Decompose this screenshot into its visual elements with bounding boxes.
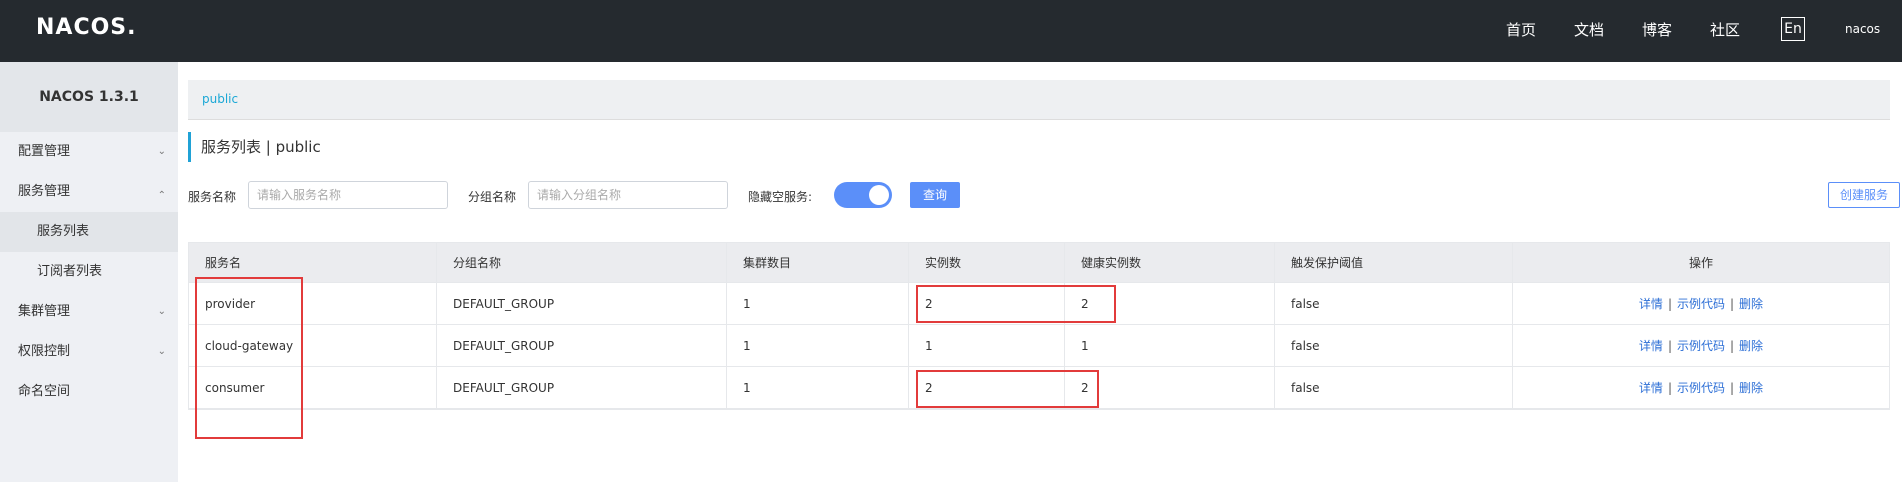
detail-link[interactable]: 详情 (1639, 339, 1663, 353)
toggle-knob (869, 185, 889, 205)
cluster-count-cell: 1 (727, 367, 909, 408)
sidebar-item-cluster[interactable]: 集群管理 ⌄ (0, 292, 178, 332)
instance-count-cell: 1 (909, 325, 1065, 366)
breadcrumb-namespace-link[interactable]: public (202, 92, 238, 106)
healthy-instance-count-cell: 2 (1065, 283, 1275, 324)
delete-link[interactable]: 删除 (1739, 339, 1763, 353)
group-name-cell: DEFAULT_GROUP (437, 283, 727, 324)
chevron-down-icon: ⌄ (157, 146, 166, 157)
column-header: 服务名 (189, 243, 437, 282)
sidebar-item-config[interactable]: 配置管理 ⌄ (0, 132, 178, 172)
actions-cell: 详情 | 示例代码 | 删除 (1513, 367, 1889, 408)
sample-code-link[interactable]: 示例代码 (1677, 297, 1725, 311)
group-name-cell: DEFAULT_GROUP (437, 325, 727, 366)
filter-bar: 服务名称 分组名称 隐藏空服务: 查询 创建服务 (188, 180, 1900, 212)
protect-threshold-cell: false (1275, 283, 1513, 324)
sidebar-item-service-list[interactable]: 服务列表 (0, 212, 178, 252)
user-name[interactable]: nacos (1845, 22, 1880, 36)
table-row: cloud-gateway DEFAULT_GROUP 1 1 1 false … (189, 325, 1889, 367)
healthy-instance-count-cell: 1 (1065, 325, 1275, 366)
action-separator: | (1667, 297, 1672, 311)
create-service-button[interactable]: 创建服务 (1828, 182, 1900, 208)
actions-cell: 详情 | 示例代码 | 删除 (1513, 325, 1889, 366)
sidebar-item-label: 配置管理 (18, 144, 71, 159)
sidebar-item-label: 服务列表 (37, 224, 90, 239)
service-name-cell: cloud-gateway (189, 325, 437, 366)
page-title: 服务列表 | public (188, 132, 321, 162)
table-row: provider DEFAULT_GROUP 1 2 2 false 详情 | 示例… (189, 283, 1889, 325)
chevron-down-icon: ⌄ (157, 306, 166, 317)
version-title: NACOS 1.3.1 (0, 62, 178, 132)
column-header: 分组名称 (437, 243, 727, 282)
query-button[interactable]: 查询 (910, 182, 960, 208)
sample-code-link[interactable]: 示例代码 (1677, 381, 1725, 395)
cluster-count-cell: 1 (727, 283, 909, 324)
nacos-console: NACOS. 首页 文档 博客 社区 En nacos NACOS 1.3.1 … (0, 0, 1902, 482)
healthy-instance-count-cell: 2 (1065, 367, 1275, 408)
group-name-label: 分组名称 (468, 190, 517, 204)
action-separator: | (1667, 381, 1672, 395)
column-header: 触发保护阈值 (1275, 243, 1513, 282)
instance-count-cell: 2 (909, 283, 1065, 324)
nav-community[interactable]: 社区 (1710, 19, 1740, 40)
nav-docs[interactable]: 文档 (1574, 19, 1604, 40)
action-separator: | (1730, 381, 1735, 395)
actions-cell: 详情 | 示例代码 | 删除 (1513, 283, 1889, 324)
chevron-down-icon: ⌄ (157, 346, 166, 357)
column-header: 健康实例数 (1065, 243, 1275, 282)
service-name-cell: consumer (189, 367, 437, 408)
nav-home[interactable]: 首页 (1506, 19, 1536, 40)
sample-code-link[interactable]: 示例代码 (1677, 339, 1725, 353)
detail-link[interactable]: 详情 (1639, 297, 1663, 311)
column-header: 实例数 (909, 243, 1065, 282)
sidebar-item-label: 命名空间 (18, 384, 71, 399)
delete-link[interactable]: 删除 (1739, 297, 1763, 311)
nacos-logo[interactable]: NACOS. (36, 15, 137, 40)
action-separator: | (1667, 339, 1672, 353)
table-header: 服务名 分组名称 集群数目 实例数 健康实例数 触发保护阈值 操作 (189, 243, 1889, 283)
cluster-count-cell: 1 (727, 325, 909, 366)
sidebar-item-label: 权限控制 (18, 344, 71, 359)
chevron-up-icon: ⌃ (157, 190, 166, 201)
service-name-cell: provider (189, 283, 437, 324)
hide-empty-label: 隐藏空服务: (748, 190, 813, 204)
sidebar-item-subscriber-list[interactable]: 订阅者列表 (0, 252, 178, 292)
breadcrumb: public (188, 80, 1890, 120)
service-name-label: 服务名称 (188, 190, 237, 204)
protect-threshold-cell: false (1275, 325, 1513, 366)
sidebar-item-label: 订阅者列表 (37, 264, 103, 279)
table-row: consumer DEFAULT_GROUP 1 2 2 false 详情 | 示例… (189, 367, 1889, 409)
action-separator: | (1730, 297, 1735, 311)
delete-link[interactable]: 删除 (1739, 381, 1763, 395)
sidebar-item-permission[interactable]: 权限控制 ⌄ (0, 332, 178, 372)
main-content: public 服务列表 | public 服务名称 分组名称 隐藏空服务: 查询… (178, 62, 1902, 482)
protect-threshold-cell: false (1275, 367, 1513, 408)
service-name-input[interactable] (248, 181, 448, 209)
group-name-cell: DEFAULT_GROUP (437, 367, 727, 408)
action-separator: | (1730, 339, 1735, 353)
sidebar: NACOS 1.3.1 配置管理 ⌄ 服务管理 ⌃ 服务列表 订阅者列表 集群管… (0, 62, 178, 482)
sidebar-item-label: 服务管理 (18, 184, 71, 199)
group-name-input[interactable] (528, 181, 728, 209)
service-table: 服务名 分组名称 集群数目 实例数 健康实例数 触发保护阈值 操作 provid… (188, 242, 1890, 410)
nav-blog[interactable]: 博客 (1642, 19, 1672, 40)
sidebar-item-service[interactable]: 服务管理 ⌃ (0, 172, 178, 212)
hide-empty-toggle[interactable] (834, 182, 892, 208)
detail-link[interactable]: 详情 (1639, 381, 1663, 395)
language-switch-button[interactable]: En (1781, 17, 1805, 41)
top-nav-bar: NACOS. 首页 文档 博客 社区 En nacos (0, 0, 1902, 62)
sidebar-item-namespace[interactable]: 命名空间 (0, 372, 178, 412)
column-header: 集群数目 (727, 243, 909, 282)
instance-count-cell: 2 (909, 367, 1065, 408)
column-header: 操作 (1688, 256, 1713, 270)
sidebar-item-label: 集群管理 (18, 304, 71, 319)
